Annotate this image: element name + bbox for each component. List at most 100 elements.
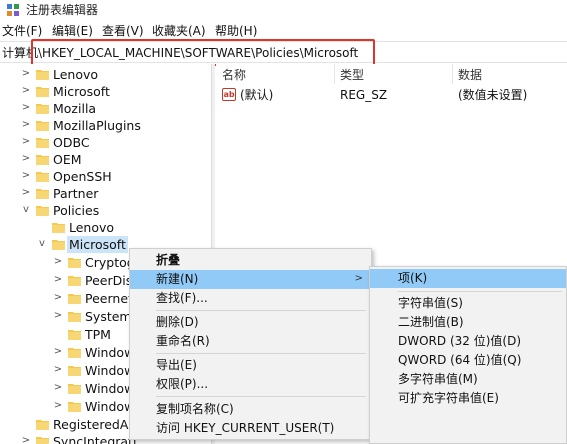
menu-view[interactable]: 查看(V) — [102, 23, 144, 39]
expand-icon[interactable]: > — [20, 153, 32, 165]
menu-item-export[interactable]: 导出(E) — [130, 356, 371, 375]
menu-separator — [156, 353, 366, 354]
tree-item-label: Microsoft — [67, 236, 128, 253]
menu-file[interactable]: 文件(F) — [2, 23, 42, 39]
submenu-item-multi-string-value[interactable]: 多字符串值(M) — [370, 370, 566, 389]
tree-item-label: PeerDis — [85, 273, 133, 288]
submenu-item-binary-value[interactable]: 二进制值(B) — [370, 313, 566, 332]
expand-icon[interactable]: > — [52, 400, 64, 412]
tree-item-label: TPM — [85, 327, 111, 342]
menu-help[interactable]: 帮助(H) — [215, 23, 257, 39]
title-bar: 注册表编辑器 — [0, 0, 567, 20]
folder-icon — [36, 437, 49, 444]
expand-icon[interactable]: > — [20, 136, 32, 148]
submenu-item-qword-value[interactable]: QWORD (64 位)值(Q) — [370, 351, 566, 370]
menu-edit[interactable]: 编辑(E) — [52, 23, 93, 39]
column-header-data[interactable]: 数据 — [458, 67, 482, 83]
value-type: REG_SZ — [340, 88, 388, 102]
submenu-item-expandable-string-value[interactable]: 可扩充字符串值(E) — [370, 389, 566, 408]
tree-item-label: RegisteredAp — [53, 417, 137, 432]
folder-icon — [68, 348, 81, 358]
menu-item-copy-key-name[interactable]: 复制项名称(C) — [130, 400, 371, 419]
expand-icon[interactable]: > — [20, 68, 32, 80]
tree-item-label: ODBC — [53, 135, 90, 150]
menu-item-goto-hkcu[interactable]: 访问 HKEY_CURRENT_USER(T) — [130, 419, 371, 438]
menu-bar: 文件(F) 编辑(E) 查看(V) 收藏夹(A) 帮助(H) — [0, 22, 567, 40]
column-divider[interactable] — [334, 64, 335, 84]
submenu-arrow-icon: > — [354, 273, 363, 284]
folder-icon — [36, 172, 49, 182]
menu-item-label: DWORD (32 位)值(D) — [398, 334, 521, 348]
folder-icon — [36, 104, 49, 114]
window-title: 注册表编辑器 — [26, 3, 99, 17]
menu-favorites[interactable]: 收藏夹(A) — [152, 23, 206, 39]
folder-icon — [68, 312, 81, 322]
tree-item-label: System — [85, 309, 132, 324]
tree-item-label: OpenSSH — [53, 169, 112, 184]
column-divider[interactable] — [452, 64, 453, 84]
expand-icon[interactable]: > — [52, 364, 64, 376]
menu-item-label: 删除(D) — [156, 315, 199, 329]
folder-icon — [36, 70, 49, 80]
tree-item-label: Peernet — [85, 291, 133, 306]
folder-icon — [68, 330, 81, 340]
menu-item-label: 多字符串值(M) — [398, 372, 478, 386]
tree-item-label: Mozilla — [53, 101, 97, 116]
menu-item-label: 权限(P)... — [156, 377, 209, 391]
expand-icon[interactable]: > — [20, 435, 32, 444]
expand-icon[interactable]: > — [52, 292, 64, 304]
expand-icon[interactable]: > — [20, 85, 32, 97]
menu-item-permissions[interactable]: 权限(P)... — [130, 375, 371, 394]
folder-icon — [68, 276, 81, 286]
column-header-type[interactable]: 类型 — [340, 67, 364, 83]
menu-separator — [398, 291, 562, 292]
folder-icon — [36, 420, 49, 430]
submenu-item-key[interactable]: 项(K) — [370, 269, 566, 288]
expand-icon[interactable]: > — [20, 187, 32, 199]
expand-icon[interactable]: > — [20, 102, 32, 114]
tree-item-label: Lenovo — [53, 67, 99, 82]
expand-icon[interactable]: > — [52, 346, 64, 358]
expand-icon[interactable]: > — [52, 274, 64, 286]
regedit-app-icon — [7, 4, 19, 16]
menu-item-label: 复制项名称(C) — [156, 402, 234, 416]
column-header-name[interactable]: 名称 — [222, 67, 246, 83]
tree-item-label: Window — [85, 381, 135, 396]
menu-separator — [156, 310, 366, 311]
folder-icon — [36, 121, 49, 131]
expand-icon[interactable]: > — [52, 310, 64, 322]
menu-item-label: 新建(N) — [156, 272, 199, 286]
tree-item-label: SyncIntegrati — [53, 434, 137, 444]
expand-icon[interactable]: > — [20, 170, 32, 182]
collapse-icon[interactable]: v — [36, 238, 48, 250]
menu-item-label: 访问 HKEY_CURRENT_USER(T) — [156, 421, 335, 435]
menu-item-rename[interactable]: 重命名(R) — [130, 332, 371, 351]
menu-item-label: 二进制值(B) — [398, 315, 464, 329]
menu-item-new[interactable]: 新建(N) > — [130, 270, 371, 289]
menu-item-label: 查找(F)... — [156, 291, 208, 305]
expand-icon — [52, 328, 64, 340]
submenu-item-dword-value[interactable]: DWORD (32 位)值(D) — [370, 332, 566, 351]
tree-item-label: OEM — [53, 152, 82, 167]
submenu-item-string-value[interactable]: 字符串值(S) — [370, 294, 566, 313]
folder-icon — [36, 155, 49, 165]
folder-icon — [36, 138, 49, 148]
menu-item-label: 重命名(R) — [156, 334, 210, 348]
value-name: (默认) — [240, 88, 274, 102]
menu-item-collapse[interactable]: 折叠 — [130, 251, 371, 270]
folder-icon — [68, 294, 81, 304]
folder-icon — [36, 189, 49, 199]
tree-item-label: Lenovo — [69, 220, 115, 235]
menu-item-delete[interactable]: 删除(D) — [130, 313, 371, 332]
expand-icon[interactable]: > — [20, 119, 32, 131]
tree-item-label: MozillaPlugins — [53, 118, 141, 133]
menu-item-find[interactable]: 查找(F)... — [130, 289, 371, 308]
expand-icon[interactable]: > — [52, 382, 64, 394]
tree-item-label: Cryptog — [85, 255, 135, 270]
expand-icon[interactable]: > — [52, 256, 64, 268]
folder-icon — [68, 384, 81, 394]
menu-item-label: 项(K) — [398, 271, 428, 285]
tree-item-label: Window — [85, 363, 135, 378]
collapse-icon[interactable]: v — [20, 204, 32, 216]
table-row[interactable]: ab (默认) REG_SZ (数值未设置) — [216, 86, 567, 104]
